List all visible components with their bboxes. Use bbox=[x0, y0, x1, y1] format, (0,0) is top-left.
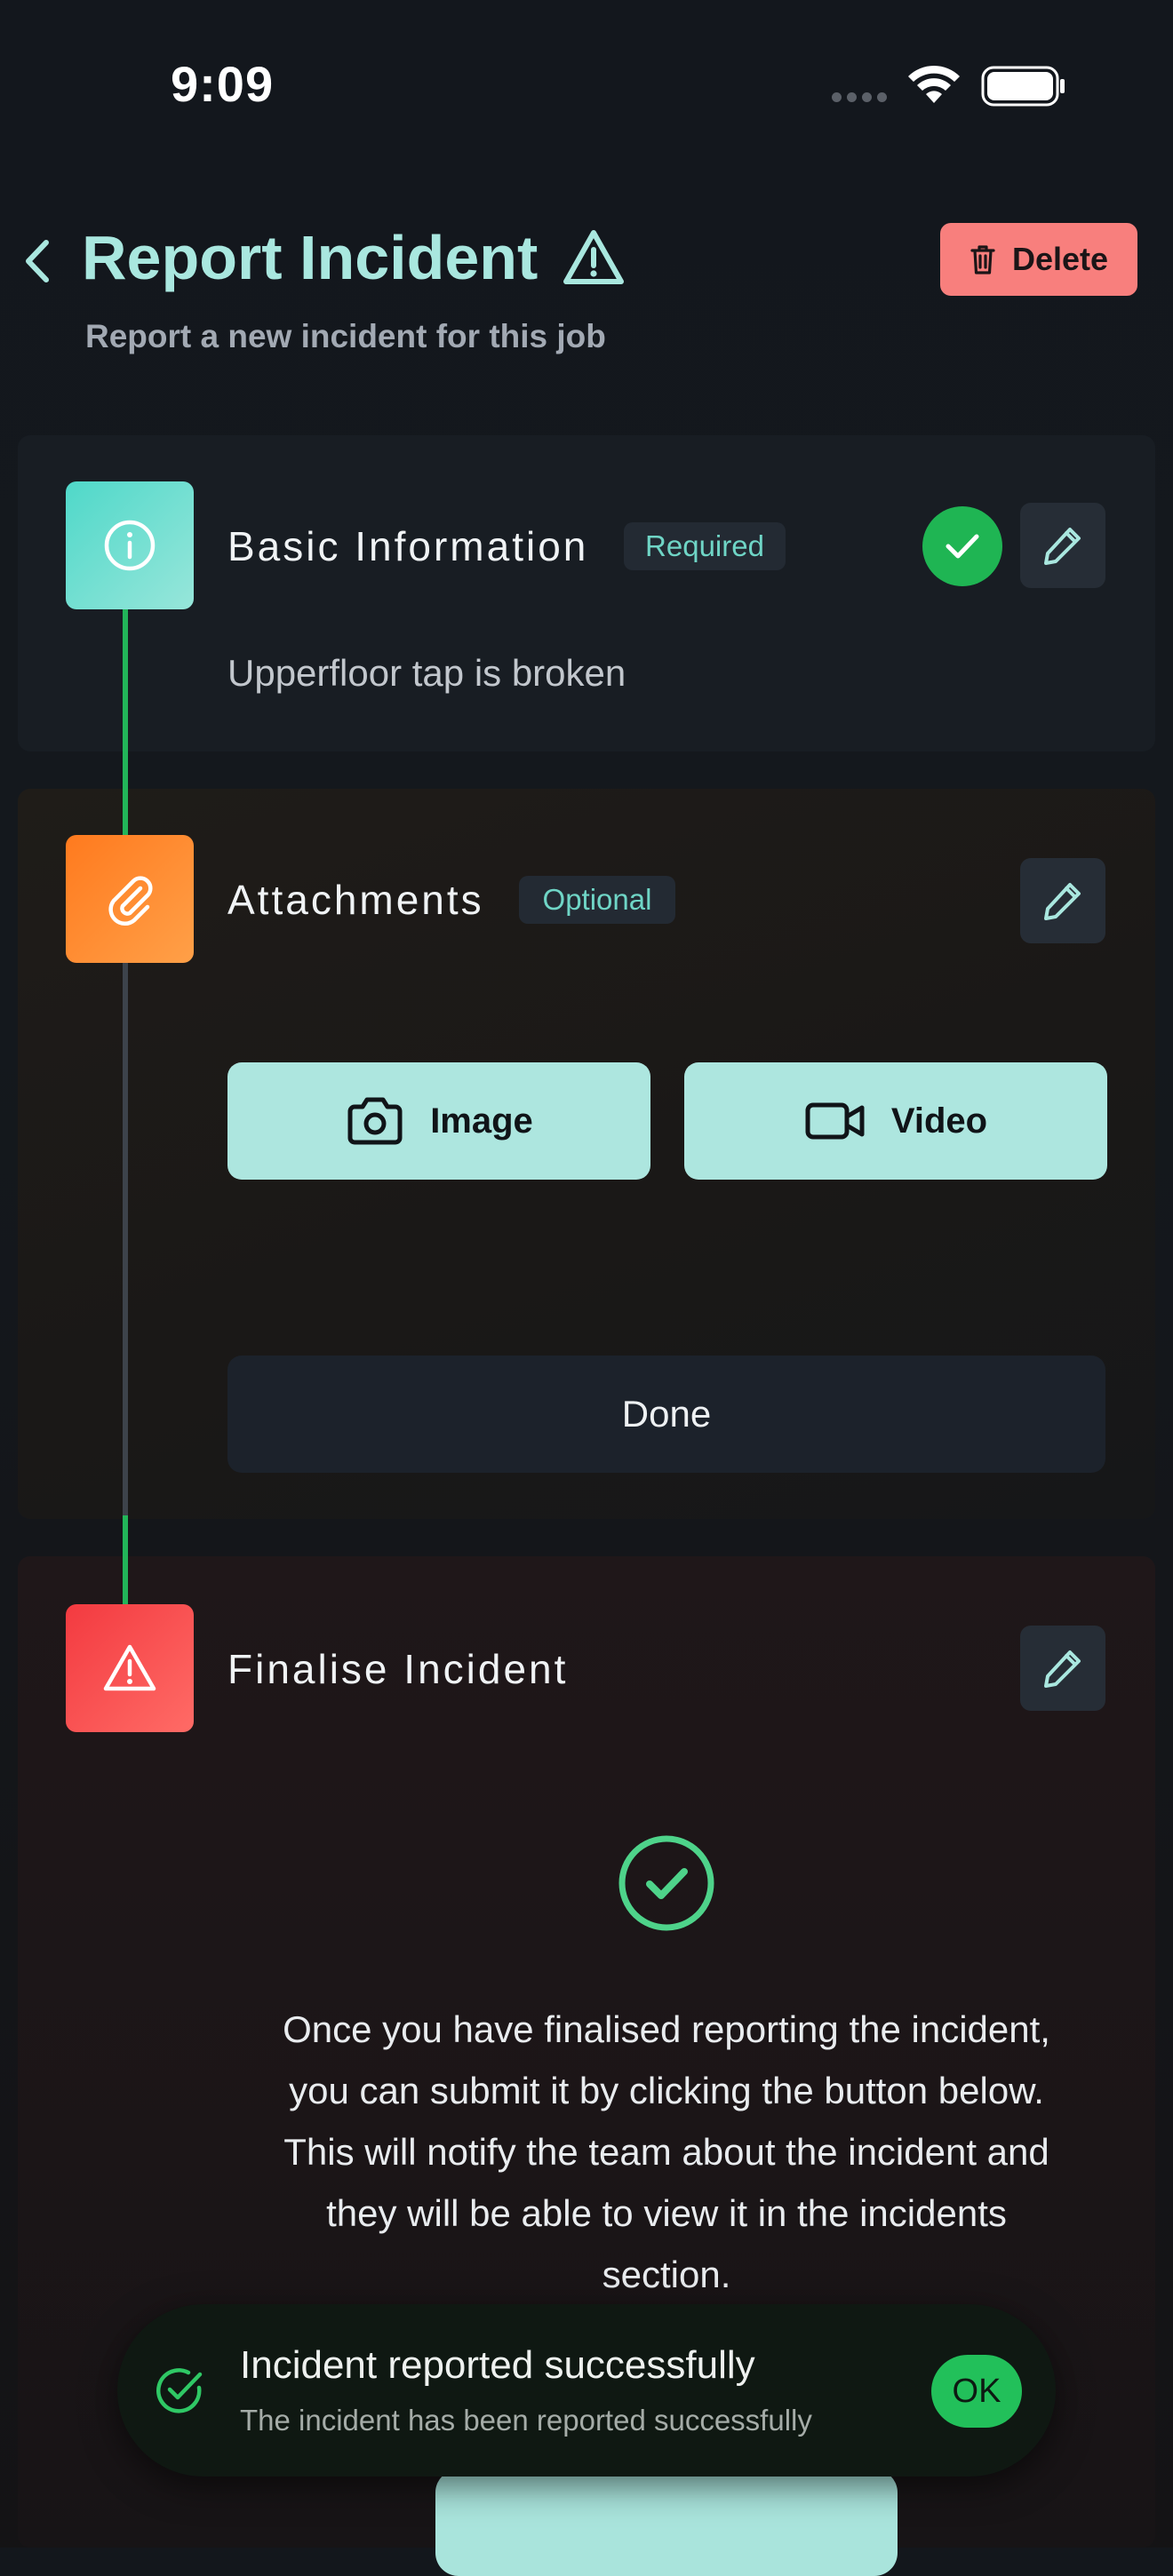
page-subtitle: Report a new incident for this job bbox=[85, 318, 606, 354]
warning-icon bbox=[103, 1644, 156, 1691]
chevron-left-icon bbox=[26, 240, 49, 282]
edit-attachments-button[interactable] bbox=[1020, 858, 1105, 943]
basic-information-step-icon bbox=[66, 481, 194, 609]
finalise-incident-step-icon bbox=[66, 1604, 194, 1732]
timeline-connector bbox=[123, 963, 128, 1515]
attachments-title: Attachments bbox=[227, 877, 484, 923]
screen: 9:09 Report Incident Report a new incide… bbox=[0, 0, 1173, 2576]
delete-button[interactable]: Delete bbox=[940, 223, 1137, 296]
pencil-icon bbox=[1044, 883, 1081, 920]
toast-message: The incident has been reported successfu… bbox=[240, 2404, 812, 2437]
battery-icon bbox=[981, 66, 1065, 107]
camera-icon bbox=[347, 1097, 403, 1145]
edit-basic-information-button[interactable] bbox=[1020, 503, 1105, 588]
image-label: Image bbox=[430, 1101, 533, 1141]
attachments-step-icon bbox=[66, 835, 194, 963]
timeline-connector bbox=[123, 609, 128, 837]
add-image-button[interactable]: Image bbox=[227, 1062, 650, 1180]
add-video-button[interactable]: Video bbox=[684, 1062, 1107, 1180]
required-badge: Required bbox=[624, 522, 786, 570]
optional-badge: Optional bbox=[519, 876, 675, 924]
done-button[interactable]: Done bbox=[227, 1356, 1105, 1473]
delete-label: Delete bbox=[1011, 241, 1109, 277]
edit-finalise-incident-button[interactable] bbox=[1020, 1626, 1105, 1711]
trash-icon bbox=[970, 245, 995, 274]
basic-information-summary: Upperfloor tap is broken bbox=[227, 652, 626, 694]
timeline-connector bbox=[123, 1515, 128, 1604]
paperclip-icon bbox=[108, 876, 153, 926]
info-icon bbox=[104, 520, 156, 571]
basic-information-title: Basic Information bbox=[227, 523, 589, 569]
finalise-incident-title: Finalise Incident bbox=[227, 1646, 569, 1692]
completed-check-icon bbox=[922, 506, 1002, 586]
video-camera-icon bbox=[805, 1102, 865, 1140]
success-toast: Incident reported successfully The incid… bbox=[117, 2304, 1056, 2477]
check-circle-icon bbox=[618, 1835, 714, 1931]
warning-icon bbox=[563, 230, 624, 284]
success-check-icon bbox=[156, 2368, 203, 2413]
pencil-icon bbox=[1044, 528, 1081, 565]
toast-title: Incident reported successfully bbox=[240, 2343, 755, 2387]
toast-ok-button[interactable]: OK bbox=[931, 2355, 1022, 2428]
status-time: 9:09 bbox=[171, 56, 275, 112]
back-button[interactable] bbox=[12, 233, 62, 290]
pencil-icon bbox=[1044, 1650, 1081, 1688]
finalise-instructions: Once you have finalised reporting the in… bbox=[283, 2008, 1050, 2295]
video-label: Video bbox=[890, 1101, 988, 1141]
wifi-icon bbox=[908, 65, 960, 103]
page-title: Report Incident bbox=[82, 223, 539, 292]
cellular-signal-icon bbox=[832, 92, 887, 102]
submit-incident-button[interactable] bbox=[435, 2469, 898, 2576]
